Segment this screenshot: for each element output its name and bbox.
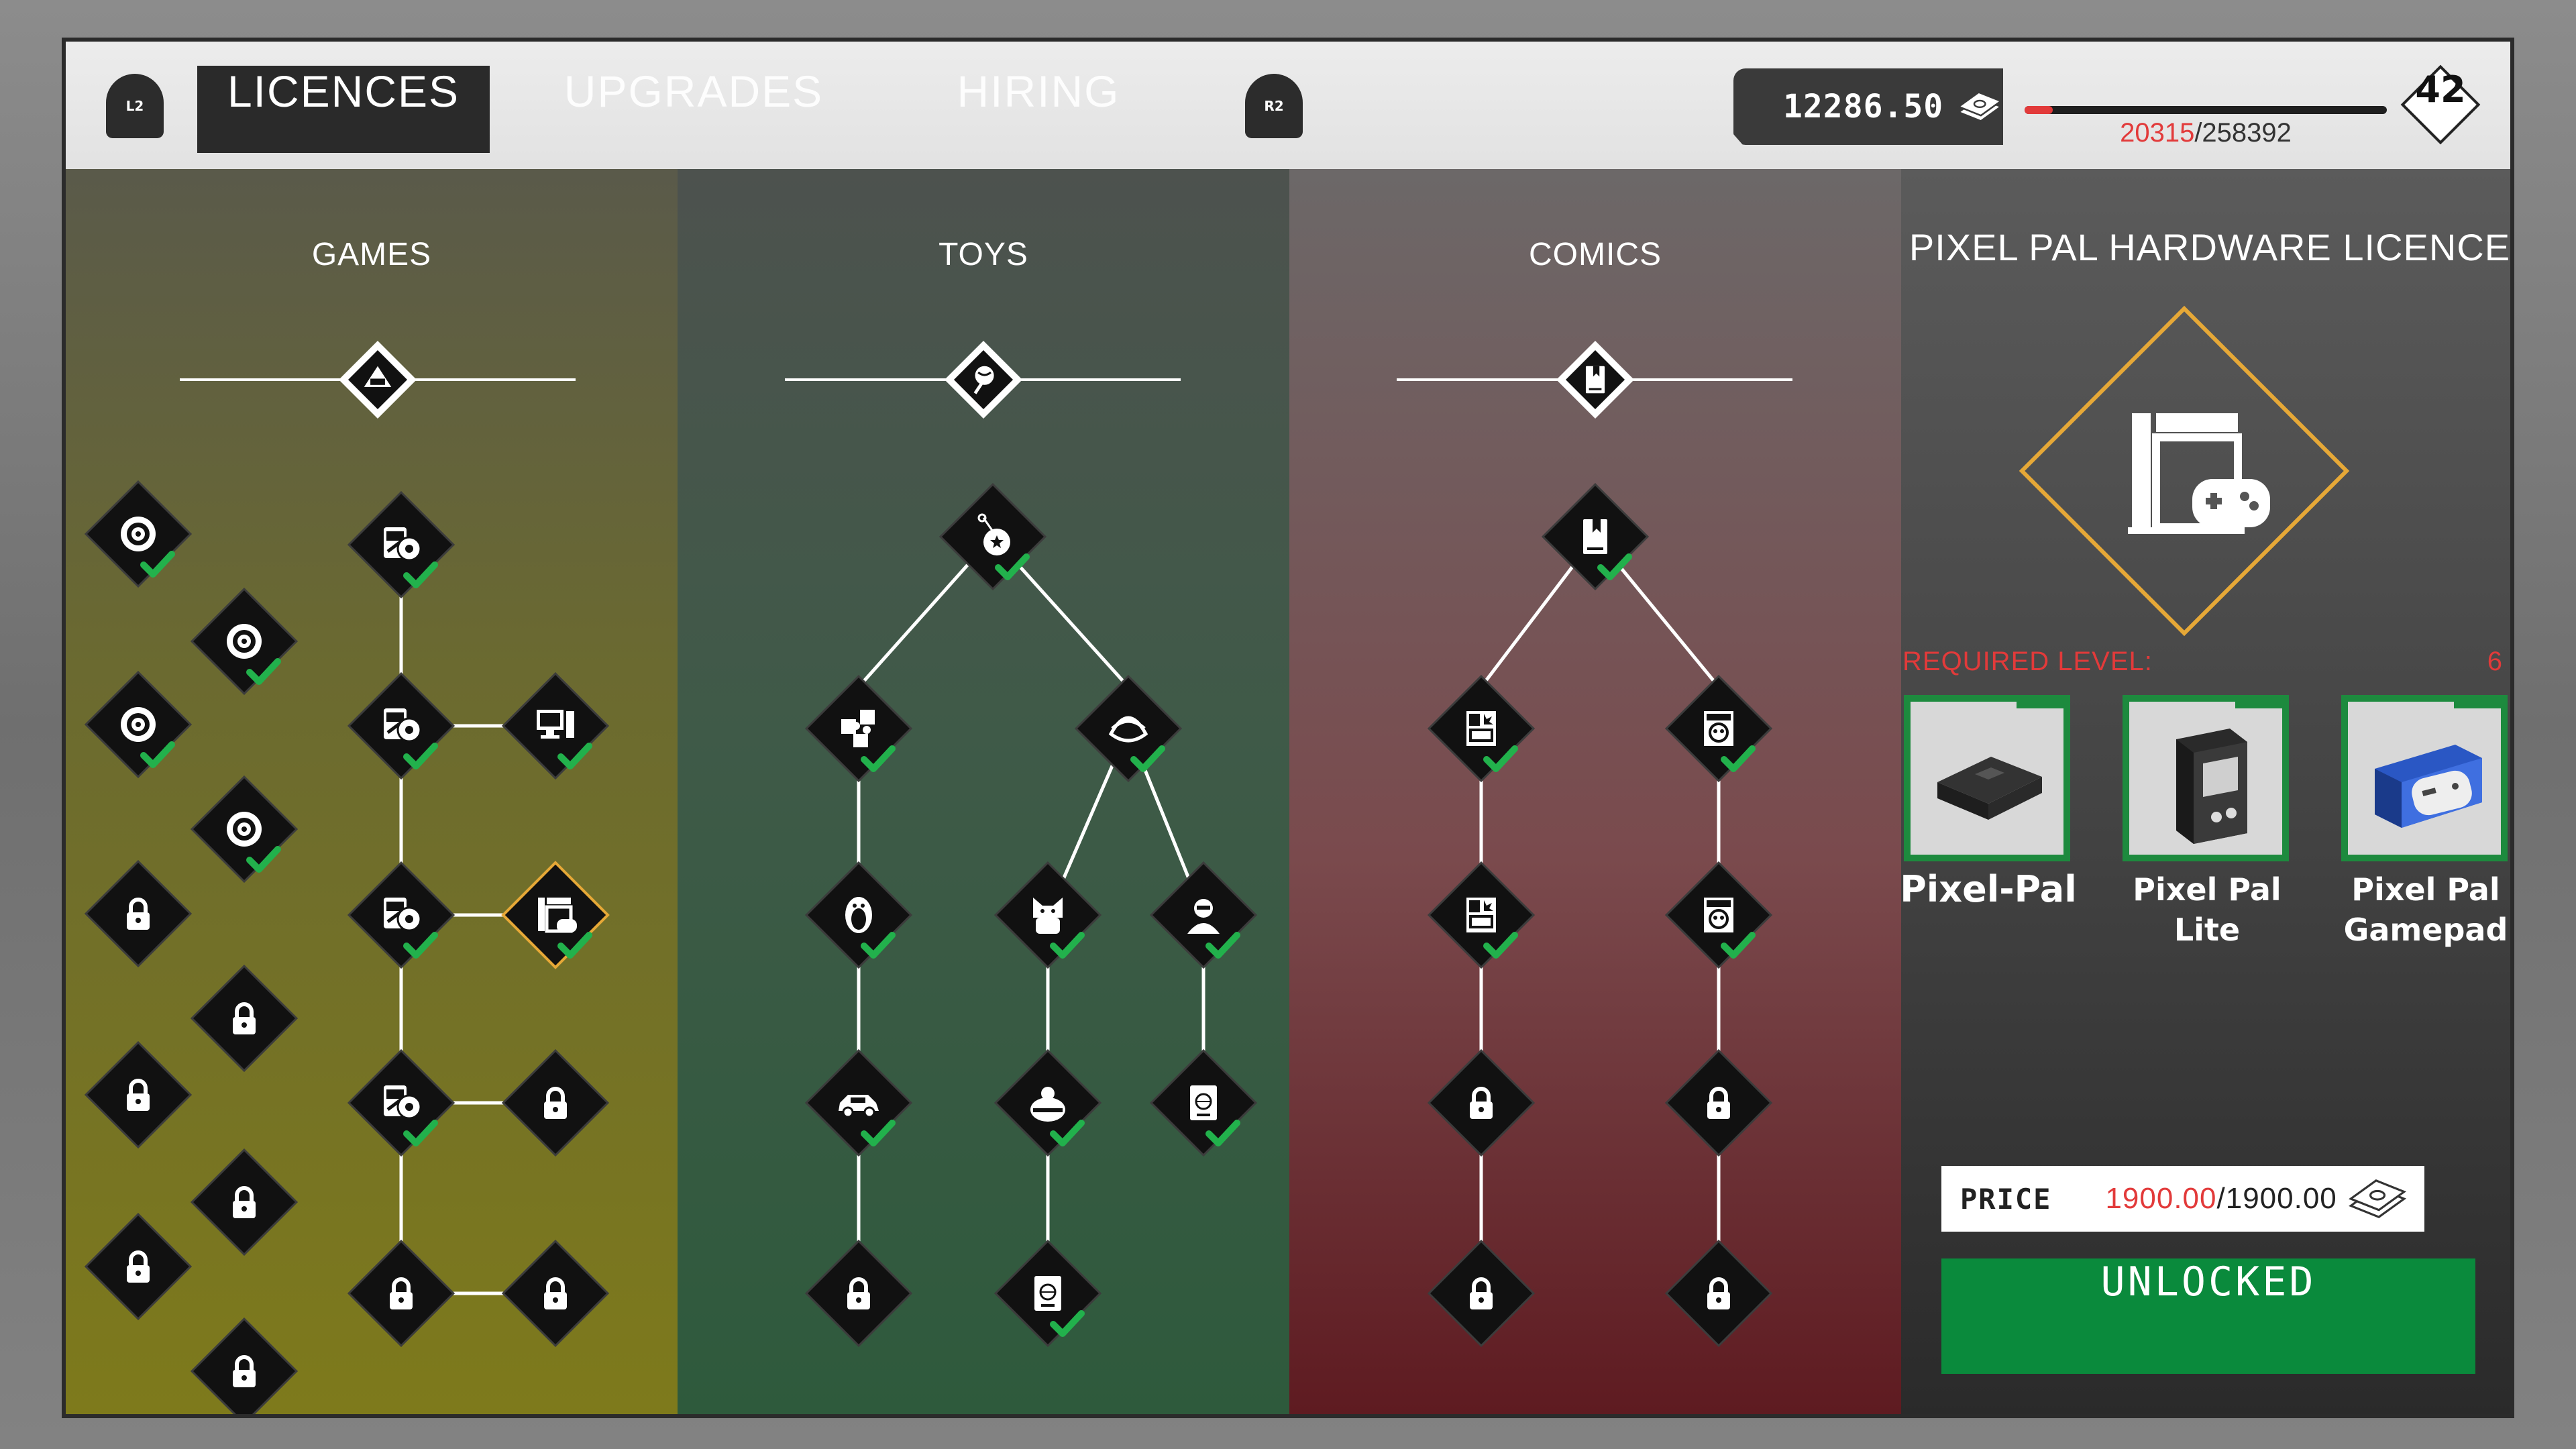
- handheld-icon: [2176, 729, 2247, 844]
- pixel-helmet-icon: [339, 341, 417, 419]
- xp-progress-fill: [2025, 106, 2053, 114]
- passport-icon[interactable]: [994, 1239, 1102, 1348]
- product-card-pixel-pal-lite[interactable]: [2123, 695, 2289, 861]
- tab-licences[interactable]: LICENCES: [197, 66, 490, 153]
- lock-icon[interactable]: [347, 1239, 455, 1348]
- computer-icon[interactable]: [501, 672, 610, 780]
- unlock-button[interactable]: UNLOCKED: [1941, 1258, 2475, 1374]
- lock-icon[interactable]: [1664, 1239, 1773, 1348]
- cart-icon[interactable]: [347, 1049, 455, 1157]
- lock-icon[interactable]: [190, 964, 299, 1073]
- tab-hiring[interactable]: HIRING: [918, 66, 1159, 153]
- cash-stack-icon: [2348, 1179, 2406, 1218]
- disc-icon[interactable]: [190, 587, 299, 696]
- lock-icon[interactable]: [84, 1040, 193, 1149]
- comic-icon[interactable]: [1427, 674, 1536, 783]
- required-level-label: REQUIRED LEVEL:: [1902, 647, 2153, 676]
- car-icon[interactable]: [804, 1049, 913, 1157]
- xp-total: /258392: [2194, 118, 2292, 148]
- book-icon: [1556, 341, 1634, 419]
- xp-progress-bar: [2025, 106, 2387, 114]
- tab-upgrades[interactable]: UPGRADES: [559, 66, 828, 153]
- yoyo-icon[interactable]: [938, 482, 1047, 591]
- cart-icon[interactable]: [347, 490, 455, 599]
- lock-icon[interactable]: [84, 859, 193, 968]
- price-box: PRICE 1900.00/1900.00: [1941, 1166, 2424, 1232]
- person-icon[interactable]: [1149, 861, 1258, 969]
- lock-icon[interactable]: [190, 1148, 299, 1256]
- manga-icon[interactable]: [1664, 861, 1773, 969]
- games-tree: [84, 341, 610, 1418]
- price-label: PRICE: [1960, 1182, 2052, 1216]
- console-icon[interactable]: [501, 861, 610, 969]
- manga-icon[interactable]: [1664, 674, 1773, 783]
- book-icon[interactable]: [1541, 482, 1650, 591]
- price-total: /1900.00: [2216, 1182, 2337, 1215]
- lock-icon[interactable]: [1427, 1049, 1536, 1157]
- comics-tree: [1427, 341, 1773, 1348]
- lock-icon[interactable]: [84, 1212, 193, 1321]
- penguin-icon[interactable]: [804, 861, 913, 969]
- disc-icon[interactable]: [190, 775, 299, 883]
- toys-column: TOYS: [678, 169, 1289, 1414]
- product-name-pixel-pal: Pixel-Pal: [1900, 868, 2077, 910]
- level-badge: 42: [2400, 64, 2481, 145]
- required-level-value: 6: [2487, 647, 2502, 676]
- cash-stack-icon: [1957, 91, 2003, 122]
- tv-frame: L2 LICENCES UPGRADES HIRING R2 12286.50: [0, 0, 2576, 1449]
- comic-icon[interactable]: [1427, 861, 1536, 969]
- face-icon[interactable]: [1074, 674, 1183, 783]
- console-box-icon: [1937, 757, 2042, 820]
- r2-bumper-icon[interactable]: R2: [1245, 74, 1303, 138]
- money-amount: 12286.50: [1783, 88, 1944, 125]
- licence-title: PIXEL PAL HARDWARE LICENCE: [1909, 226, 2511, 268]
- money-display: 12286.50: [1733, 68, 2003, 145]
- lock-icon[interactable]: [1427, 1239, 1536, 1348]
- product-name-pixel-pal-gamepad: Pixel Pal Gamepad: [2343, 871, 2508, 948]
- product-card-pixel-pal[interactable]: [1904, 695, 2070, 861]
- disc-icon[interactable]: [84, 480, 193, 588]
- gamepad-box-icon: [2375, 745, 2482, 828]
- lock-icon[interactable]: [190, 1317, 299, 1418]
- console-gamepad-icon: [2019, 305, 2350, 637]
- level-number: 42: [2415, 68, 2466, 111]
- product-card-pixel-pal-gamepad[interactable]: [2341, 695, 2508, 861]
- rattle-icon: [945, 341, 1022, 419]
- disc-icon[interactable]: [84, 670, 193, 779]
- lock-icon[interactable]: [1664, 1049, 1773, 1157]
- price-value: 1900.00/1900.00: [2105, 1182, 2337, 1216]
- cart-icon[interactable]: [347, 861, 455, 969]
- comics-column: COMICS: [1289, 169, 1901, 1414]
- top-bar: L2 LICENCES UPGRADES HIRING R2 12286.50: [66, 42, 2510, 169]
- toys-tree: [804, 341, 1258, 1348]
- xp-text: 20315/258392: [2025, 118, 2387, 148]
- lock-icon[interactable]: [501, 1049, 610, 1157]
- price-current: 1900.00: [2105, 1182, 2217, 1215]
- sumo-icon[interactable]: [994, 1049, 1102, 1157]
- licence-detail-panel: PIXEL PAL HARDWARE LICENCE REQUIRED LEVE…: [1900, 169, 2511, 1414]
- game-screen: L2 LICENCES UPGRADES HIRING R2 12286.50: [62, 38, 2514, 1418]
- cat-icon[interactable]: [994, 861, 1102, 969]
- puzzle-icon[interactable]: [804, 674, 913, 783]
- xp-current: 20315: [2120, 118, 2195, 148]
- cart-icon[interactable]: [347, 672, 455, 780]
- lock-icon[interactable]: [804, 1239, 913, 1348]
- lock-icon[interactable]: [501, 1239, 610, 1348]
- l2-bumper-icon[interactable]: L2: [106, 74, 164, 138]
- passport-icon[interactable]: [1149, 1049, 1258, 1157]
- product-name-pixel-pal-lite: Pixel Pal Lite: [2133, 871, 2282, 948]
- games-column: GAMES: [66, 169, 678, 1418]
